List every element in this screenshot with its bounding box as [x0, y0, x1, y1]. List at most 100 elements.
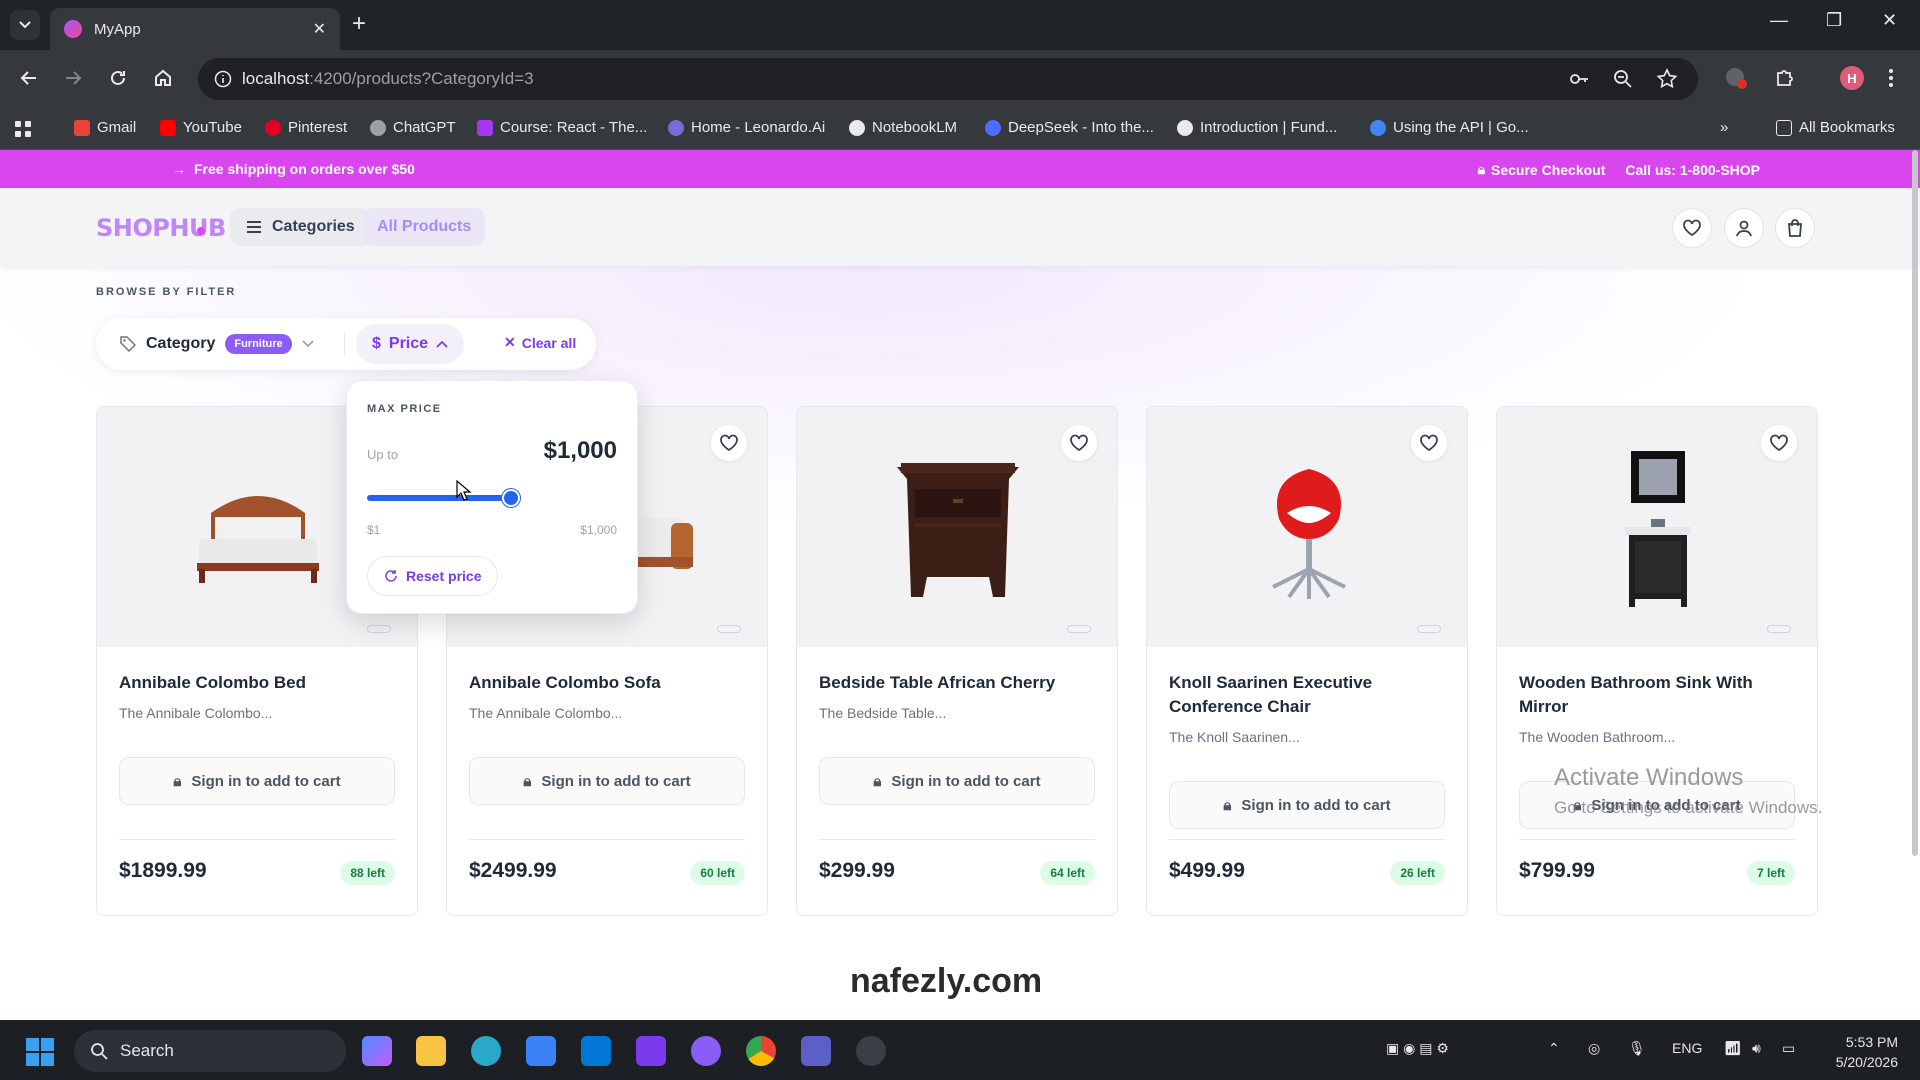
product-image[interactable] [797, 407, 1117, 647]
battery-icon[interactable]: ▭ [1782, 1040, 1795, 1057]
categories-button[interactable]: Categories [230, 208, 371, 246]
back-icon[interactable] [18, 67, 40, 89]
browser-tab[interactable]: MyApp ✕ [50, 8, 340, 50]
bookmark-leonardo[interactable]: Home - Leonardo.Ai [668, 119, 825, 136]
menu-kebab-icon[interactable] [1888, 68, 1894, 88]
app-icon[interactable] [856, 1036, 886, 1066]
image-carousel-indicator[interactable] [1417, 625, 1441, 633]
bookmark-gmail[interactable]: Gmail [74, 119, 136, 136]
page-scrollbar[interactable] [1912, 150, 1918, 856]
reload-icon[interactable] [107, 67, 129, 89]
taskbar-clock[interactable]: 5:53 PM 5/20/2026 [1836, 1032, 1898, 1072]
bookmark-deepseek[interactable]: DeepSeek - Into the... [985, 119, 1154, 136]
clear-all-button[interactable]: ✕ Clear all [504, 334, 576, 351]
product-card[interactable]: Knoll Saarinen Executive Conference Chai… [1146, 406, 1468, 916]
price-slider-track[interactable] [367, 495, 511, 501]
password-key-icon[interactable] [1568, 68, 1590, 90]
product-name[interactable]: Bedside Table African Cherry [819, 671, 1099, 695]
restore-icon[interactable]: ❐ [1826, 10, 1842, 31]
price-filter[interactable]: $ Price [356, 324, 465, 364]
new-tab-button[interactable]: + [352, 12, 366, 36]
close-tab-icon[interactable]: ✕ [313, 19, 326, 39]
reset-price-button[interactable]: Reset price [367, 556, 499, 596]
add-to-wishlist-button[interactable] [1411, 425, 1447, 461]
image-carousel-indicator[interactable] [717, 625, 741, 633]
more-bookmarks-chevron-icon[interactable]: » [1720, 119, 1728, 136]
minimize-icon[interactable]: — [1770, 10, 1788, 31]
taskbar-search[interactable]: Search [74, 1030, 346, 1072]
microphone-icon[interactable]: 🎙︎ [1628, 1040, 1646, 1057]
language-indicator[interactable]: ENG [1672, 1040, 1702, 1056]
product-image[interactable] [1147, 407, 1467, 647]
tray-icons[interactable]: ▣ ◉ ▤ ⚙ [1386, 1040, 1449, 1057]
price-slider-thumb[interactable] [502, 489, 520, 507]
image-carousel-indicator[interactable] [1767, 625, 1791, 633]
app-icon[interactable] [691, 1036, 721, 1066]
bookmark-introduction[interactable]: Introduction | Fund... [1177, 119, 1337, 136]
add-to-wishlist-button[interactable] [1061, 425, 1097, 461]
wishlist-button[interactable] [1672, 208, 1712, 248]
file-explorer-icon[interactable] [416, 1036, 446, 1066]
close-window-icon[interactable]: ✕ [1882, 10, 1897, 31]
wifi-icon[interactable]: 📶︎ [1724, 1040, 1742, 1057]
call-us[interactable]: Call us: 1-800-SHOP [1625, 161, 1760, 178]
all-products-button[interactable]: All Products [363, 208, 486, 246]
up-to-label: Up to [367, 447, 399, 462]
chrome-icon[interactable] [746, 1036, 776, 1066]
sign-in-to-add-to-cart-button[interactable]: 🔒︎ Sign in to add to cart [819, 757, 1095, 805]
chevron-up-icon[interactable]: ⌃ [1548, 1040, 1560, 1057]
product-image[interactable] [1497, 407, 1817, 647]
teams-icon[interactable] [801, 1036, 831, 1066]
divider [819, 839, 1095, 840]
profile-avatar[interactable]: H [1840, 66, 1864, 90]
image-carousel-indicator[interactable] [1067, 625, 1091, 633]
forward-icon[interactable] [62, 67, 84, 89]
bookmark-course-react[interactable]: Course: React - The... [477, 119, 647, 136]
product-name[interactable]: Annibale Colombo Sofa [469, 671, 749, 695]
account-button[interactable] [1724, 208, 1764, 248]
site-info-icon[interactable] [214, 70, 232, 88]
bookmark-pinterest[interactable]: Pinterest [265, 119, 347, 136]
zoom-icon[interactable] [1612, 68, 1634, 90]
product-name[interactable]: Wooden Bathroom Sink With Mirror [1519, 671, 1799, 719]
volume-icon[interactable]: 🔊︎ [1752, 1040, 1761, 1057]
visual-studio-icon[interactable] [636, 1036, 666, 1066]
sign-in-to-add-to-cart-button[interactable]: 🔒︎ Sign in to add to cart [1169, 781, 1445, 829]
tab-search-button[interactable] [10, 10, 40, 40]
bookmark-youtube[interactable]: YouTube [160, 119, 242, 136]
product-name[interactable]: Annibale Colombo Bed [119, 671, 399, 695]
windows-start-icon[interactable] [26, 1038, 54, 1066]
sign-in-to-add-to-cart-button[interactable]: 🔒︎ Sign in to add to cart [119, 757, 395, 805]
extension-badge-icon[interactable] [1724, 66, 1748, 90]
url-text[interactable]: localhost:4200/products?CategoryId=3 [242, 69, 534, 89]
filter-bar: Category Furniture $ Price ✕ Clear all [96, 318, 596, 370]
app-icon[interactable] [471, 1036, 501, 1066]
product-card[interactable]: Bedside Table African Cherry The Bedside… [796, 406, 1118, 916]
bookmark-chatgpt[interactable]: ChatGPT [370, 119, 456, 136]
bookmark-star-icon[interactable] [1656, 68, 1678, 90]
image-carousel-indicator[interactable] [367, 625, 391, 633]
copilot-icon[interactable] [362, 1036, 392, 1066]
add-to-wishlist-button[interactable] [1761, 425, 1797, 461]
all-bookmarks-button[interactable]: All Bookmarks [1776, 119, 1895, 136]
app-icon[interactable] [526, 1036, 556, 1066]
product-name[interactable]: Knoll Saarinen Executive Conference Chai… [1169, 671, 1449, 719]
vscode-icon[interactable] [581, 1036, 611, 1066]
product-card[interactable]: Wooden Bathroom Sink With Mirror The Woo… [1496, 406, 1818, 916]
add-to-wishlist-button[interactable] [711, 425, 747, 461]
cart-button[interactable] [1775, 208, 1815, 248]
network-icon[interactable]: ◎ [1588, 1040, 1600, 1057]
sign-in-to-add-to-cart-button[interactable]: 🔒︎ Sign in to add to cart [469, 757, 745, 805]
stock-badge: 88 left [340, 861, 395, 885]
bookmark-notebooklm[interactable]: NotebookLM [849, 119, 957, 136]
extensions-puzzle-icon[interactable] [1774, 67, 1796, 89]
bookmark-using-api[interactable]: Using the API | Go... [1370, 119, 1529, 136]
bed-image [197, 496, 319, 583]
category-filter[interactable]: Category Furniture [120, 334, 314, 354]
home-icon[interactable] [152, 67, 174, 89]
apps-grid-icon[interactable] [14, 120, 32, 138]
promo-text: Free shipping on orders over $50 [194, 161, 415, 177]
page-viewport: → Free shipping on orders over $50 🔒︎ Secu… [0, 150, 1920, 1020]
shophub-logo[interactable]: SHOPHUB [96, 214, 226, 242]
address-bar[interactable]: localhost:4200/products?CategoryId=3 [198, 58, 1698, 100]
